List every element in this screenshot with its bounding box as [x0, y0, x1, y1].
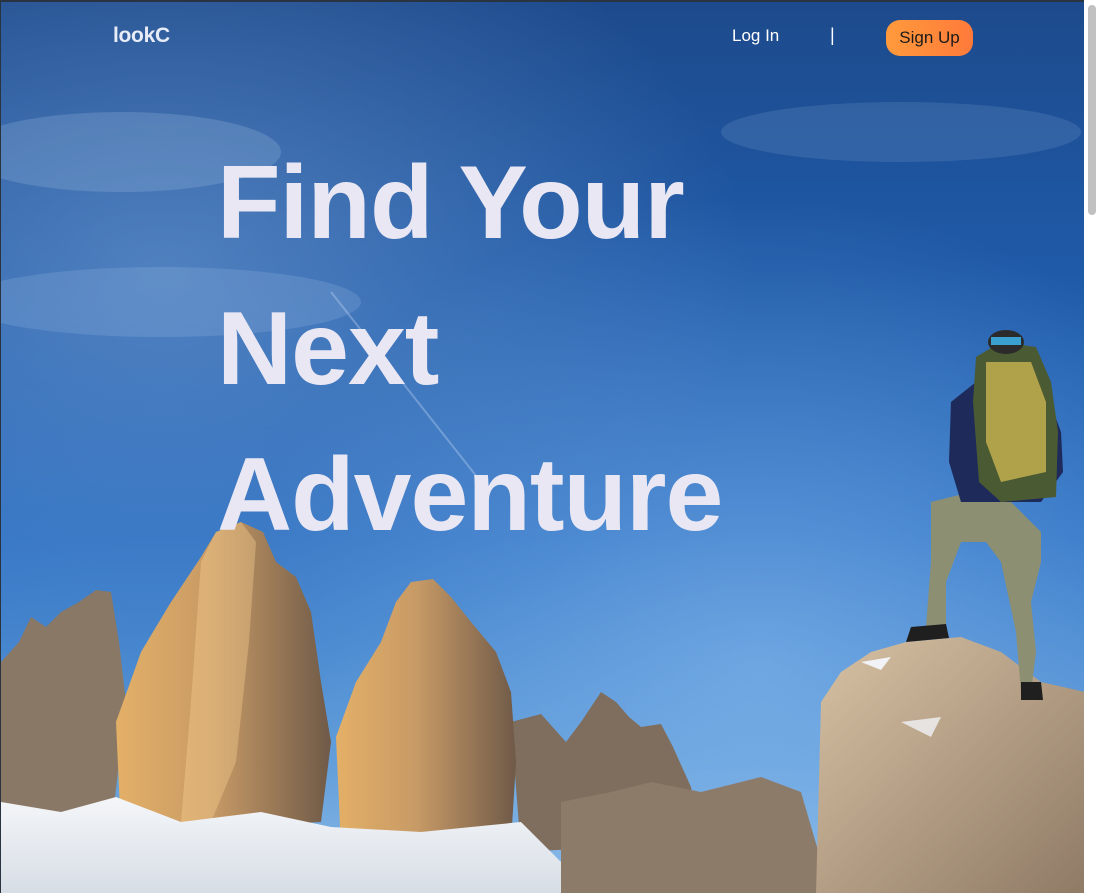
headline-line-1: Find Your: [217, 145, 685, 261]
hero-headline: Find Your Next Adventure: [217, 130, 777, 568]
brand-logo[interactable]: lookC: [113, 24, 170, 48]
login-link[interactable]: Log In: [732, 26, 779, 46]
signup-button[interactable]: Sign Up: [886, 20, 973, 56]
hero-section: lookC Log In | Sign Up Find Your Next Ad…: [0, 0, 1084, 893]
nav-divider: |: [830, 25, 835, 45]
headline-line-3: Adventure: [217, 437, 723, 553]
vertical-scrollbar[interactable]: [1084, 0, 1100, 893]
headline-line-2: Next: [217, 291, 439, 407]
top-navbar: lookC Log In | Sign Up: [1, 2, 1084, 72]
scrollbar-thumb[interactable]: [1088, 5, 1096, 215]
